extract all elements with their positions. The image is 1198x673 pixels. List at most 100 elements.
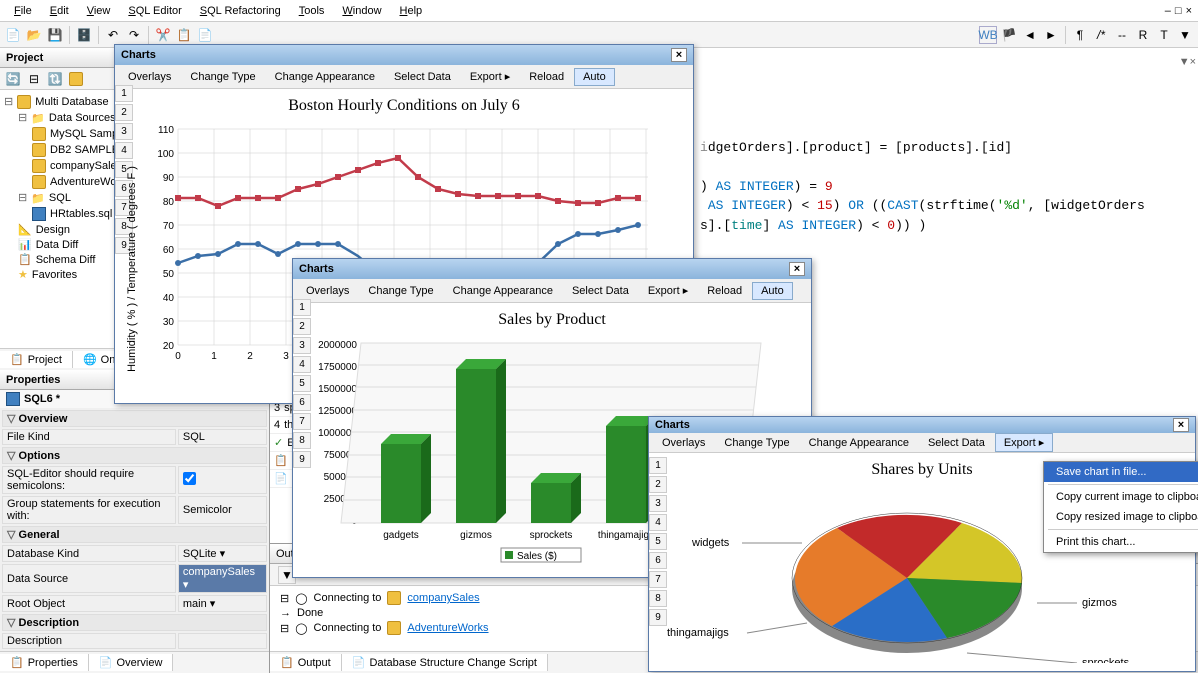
arrow-icon: ◯ [295, 622, 307, 635]
tab-properties[interactable]: 📋Properties [0, 654, 89, 671]
down-icon[interactable]: ▼ [1176, 26, 1194, 44]
chart-window-shares[interactable]: 123456789 Charts × Overlays Change Type … [648, 416, 1196, 672]
btn-changeappearance[interactable]: Change Appearance [800, 434, 918, 452]
tab-project[interactable]: 📋Project [0, 351, 73, 368]
menu-tools[interactable]: Tools [291, 3, 333, 19]
btn-selectdata[interactable]: Select Data [385, 68, 460, 86]
menu-sql-editor[interactable]: SQL Editor [120, 3, 189, 19]
svg-text:sprockets: sprockets [1082, 657, 1130, 663]
db-icon[interactable]: 🗄️ [75, 26, 93, 44]
menu-sql-refactoring[interactable]: SQL Refactoring [192, 3, 289, 19]
tab-dbchange[interactable]: 📄Database Structure Change Script [342, 654, 548, 671]
t-icon[interactable]: T [1155, 26, 1173, 44]
chart-toolbar: Overlays Change Type Change Appearance S… [649, 433, 1195, 453]
chart-titlebar[interactable]: Charts × [649, 417, 1195, 433]
nav-next-icon[interactable]: ► [1042, 26, 1060, 44]
export-copy-current[interactable]: Copy current image to clipboard [1044, 487, 1198, 507]
redo-icon[interactable]: ↷ [125, 26, 143, 44]
export-print[interactable]: Print this chart... [1044, 532, 1198, 552]
project-title: Project [6, 52, 43, 64]
db-tree-icon[interactable] [67, 70, 85, 88]
svg-text:80: 80 [163, 197, 175, 208]
r-icon[interactable]: R [1134, 26, 1152, 44]
output-link-company[interactable]: companySales [407, 592, 479, 604]
chart-close-icon[interactable]: × [789, 262, 805, 276]
svg-text:thingamajigs: thingamajigs [667, 627, 729, 639]
code-editor[interactable]: idgetOrders].[product] = [products].[id]… [690, 108, 1198, 265]
chart-titlebar[interactable]: Charts × [293, 259, 811, 279]
svg-text:sprockets: sprockets [530, 530, 573, 541]
btn-overlays[interactable]: Overlays [653, 434, 714, 452]
flag-icon[interactable]: 🏴 [1000, 26, 1018, 44]
svg-text:1: 1 [211, 351, 217, 362]
menu-view[interactable]: View [79, 3, 119, 19]
btn-selectdata[interactable]: Select Data [563, 282, 638, 300]
btn-changetype[interactable]: Change Type [359, 282, 442, 300]
svg-text:1500000: 1500000 [318, 384, 357, 395]
btn-changetype[interactable]: Change Type [715, 434, 798, 452]
svg-text:widgets: widgets [691, 537, 730, 549]
menu-file[interactable]: File [6, 3, 40, 19]
paste-icon[interactable]: 📄 [196, 26, 214, 44]
nav-prev-icon[interactable]: ◄ [1021, 26, 1039, 44]
svg-text:gizmos: gizmos [460, 530, 492, 541]
semicolons-checkbox [183, 472, 196, 485]
svg-text:0: 0 [175, 351, 181, 362]
bookmark-icon[interactable]: WB [979, 26, 997, 44]
btn-export[interactable]: Export ▸ [995, 433, 1053, 452]
uncomment-icon[interactable]: -- [1113, 26, 1131, 44]
collapse-icon[interactable]: ⊟ [25, 70, 43, 88]
svg-text:110: 110 [158, 125, 174, 136]
chart-close-icon[interactable]: × [1173, 418, 1189, 432]
btn-export[interactable]: Export ▸ [639, 281, 697, 300]
tab-overview[interactable]: 📄Overview [89, 654, 174, 671]
cut-icon[interactable]: ✂️ [154, 26, 172, 44]
datasource-dropdown[interactable]: companySales ▾ [178, 564, 267, 593]
btn-reload[interactable]: Reload [520, 68, 573, 86]
menubar: File Edit View SQL Editor SQL Refactorin… [0, 0, 1198, 22]
arrow-icon: ◯ [295, 592, 307, 605]
export-copy-resized[interactable]: Copy resized image to clipboard [1044, 507, 1198, 527]
minimize-button[interactable]: – [1165, 5, 1171, 17]
chart-toolbar: Overlays Change Type Change Appearance S… [293, 279, 811, 303]
close-button[interactable]: × [1186, 5, 1192, 17]
comment-icon[interactable]: /* [1092, 26, 1110, 44]
btn-changeappearance[interactable]: Change Appearance [266, 68, 384, 86]
properties-tabs: 📋Properties 📄Overview [0, 651, 269, 673]
btn-reload[interactable]: Reload [698, 282, 751, 300]
btn-changeappearance[interactable]: Change Appearance [444, 282, 562, 300]
open-icon[interactable]: 📂 [25, 26, 43, 44]
btn-auto[interactable]: Auto [574, 68, 615, 86]
btn-overlays[interactable]: Overlays [119, 68, 180, 86]
editor-dropdown-icon[interactable]: ▼× [1179, 56, 1196, 68]
svg-text:1250000: 1250000 [318, 406, 357, 417]
chart-titlebar[interactable]: Charts × [115, 45, 693, 65]
btn-overlays[interactable]: Overlays [297, 282, 358, 300]
undo-icon[interactable]: ↶ [104, 26, 122, 44]
btn-export[interactable]: Export ▸ [461, 67, 519, 86]
tab-output[interactable]: 📋Output [270, 654, 342, 671]
chart-close-icon[interactable]: × [671, 48, 687, 62]
menu-edit[interactable]: Edit [42, 3, 77, 19]
refresh-icon[interactable]: 🔃 [46, 70, 64, 88]
btn-auto[interactable]: Auto [752, 282, 793, 300]
menu-help[interactable]: Help [392, 3, 431, 19]
copy-icon[interactable]: 📋 [175, 26, 193, 44]
btn-selectdata[interactable]: Select Data [919, 434, 994, 452]
svg-text:Humidity ( % ) / Temperature (: Humidity ( % ) / Temperature ( degrees F… [126, 166, 138, 372]
chart-title: Boston Hourly Conditions on July 6 [123, 97, 685, 115]
svg-text:70: 70 [163, 221, 175, 232]
svg-text:1750000: 1750000 [318, 362, 357, 373]
export-save-file[interactable]: Save chart in file... [1044, 462, 1198, 482]
restore-button[interactable]: □ [1175, 5, 1182, 17]
save-icon[interactable]: 💾 [46, 26, 64, 44]
chart-title: Sales by Product [301, 311, 803, 329]
output-link-adventure[interactable]: AdventureWorks [407, 622, 488, 634]
sync-icon[interactable]: 🔄 [4, 70, 22, 88]
btn-changetype[interactable]: Change Type [181, 68, 264, 86]
svg-text:thingamajigs: thingamajigs [598, 530, 654, 541]
format-icon[interactable]: ¶ [1071, 26, 1089, 44]
new-icon[interactable]: 📄 [4, 26, 22, 44]
svg-text:40: 40 [163, 293, 175, 304]
menu-window[interactable]: Window [334, 3, 389, 19]
